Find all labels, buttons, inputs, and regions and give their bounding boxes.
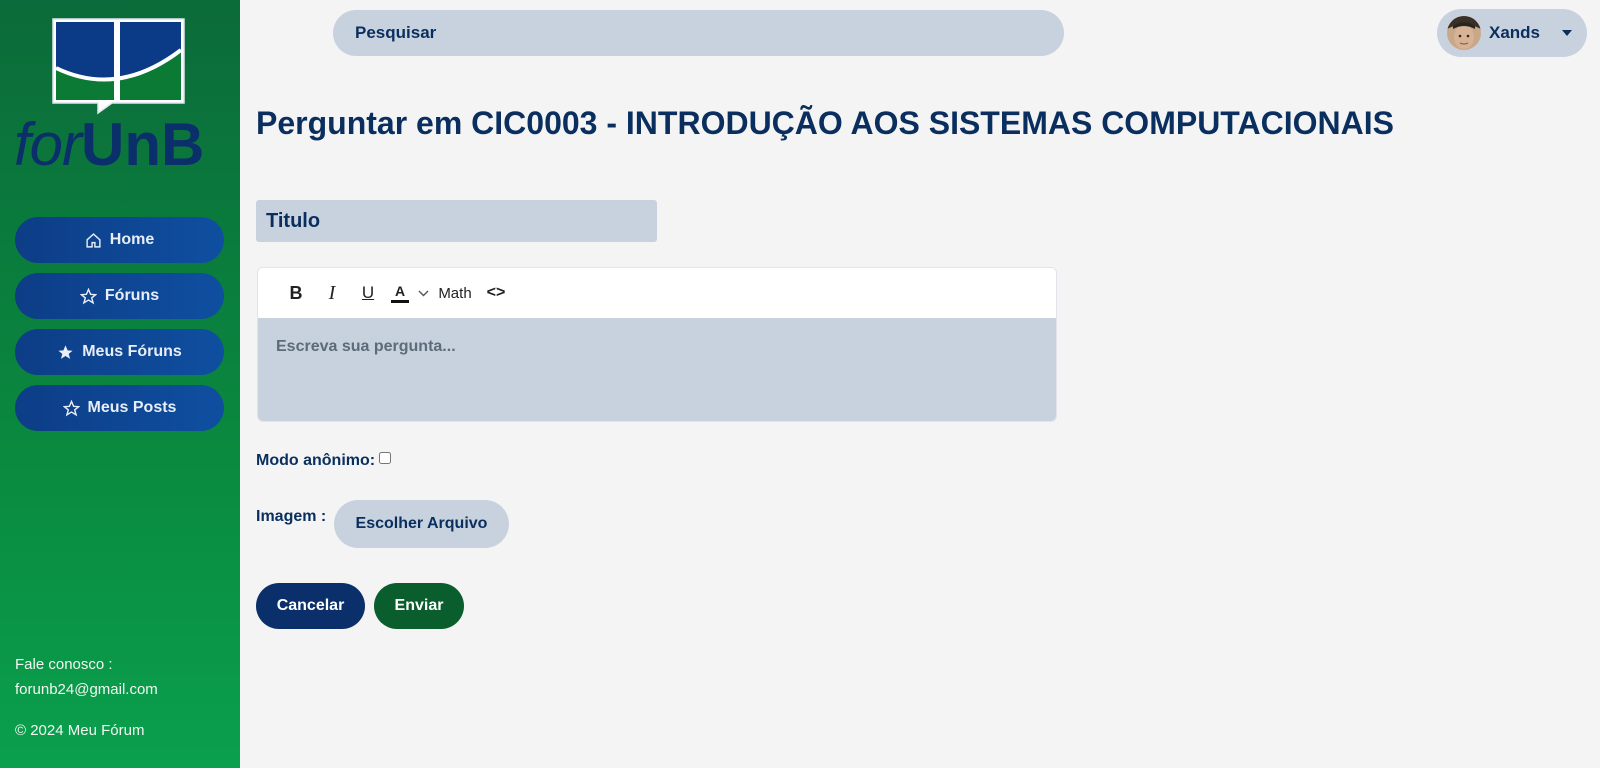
unb-speech-bubble-logo [52,18,185,115]
editor-placeholder: Escreva sua pergunta... [276,338,456,355]
sidebar-item-label: Home [109,231,155,248]
underline-button[interactable]: U [350,278,386,308]
text-color-button[interactable]: A [386,278,414,308]
sidebar-item-home[interactable]: Home [15,217,224,263]
search-bar[interactable]: Pesquisar [333,10,1064,56]
logo-for: for [14,111,82,178]
sidebar-nav: Home Fóruns Meus Fóruns Meus Posts [15,217,224,441]
forunb-logo[interactable]: forUnB [14,14,224,178]
chevron-down-icon[interactable] [414,278,432,308]
text-color-icon: A [394,283,406,299]
star-filled-icon [58,344,73,359]
sidebar-footer: Fale conosco : forunb24@gmail.com © 2024… [15,652,158,743]
sidebar-item-label: Meus Posts [87,399,177,416]
star-outline-icon [79,287,97,304]
sidebar-item-label: Meus Fóruns [82,343,182,360]
page-title: Perguntar em CIC0003 - INTRODUÇÃO AOS SI… [256,105,1394,141]
copyright: © 2024 Meu Fórum [15,722,145,739]
text-color-bar [391,300,409,303]
user-name: Xands [1489,23,1541,42]
sidebar: forUnB Home Fóruns Meus Fóruns Meus Post… [0,0,240,768]
submit-button[interactable]: Enviar [374,583,464,629]
anonymous-checkbox[interactable] [379,452,392,464]
cancel-button[interactable]: Cancelar [256,583,365,629]
anonymous-mode: Modo anônimo: [256,452,392,470]
math-button[interactable]: Math [432,278,478,308]
contact-label: Fale conosco : [15,656,113,673]
italic-button[interactable]: I [314,278,350,308]
search-label: Pesquisar [355,23,437,42]
sidebar-item-label: Fóruns [104,287,160,304]
title-input[interactable] [256,200,657,242]
chevron-down-icon [1562,30,1573,36]
anonymous-label: Modo anônimo: [256,452,376,469]
bold-button[interactable]: B [278,278,314,308]
contact-email[interactable]: forunb24@gmail.com [15,677,158,702]
choose-file-button[interactable]: Escolher Arquivo [334,500,509,548]
user-menu[interactable]: Xands [1437,9,1587,57]
star-outline-icon [62,399,80,416]
sidebar-item-my-forums[interactable]: Meus Fóruns [15,329,224,375]
logo-wordmark: forUnB [14,110,204,180]
avatar [1447,16,1481,50]
rich-text-editor: B I U A Math <> Escreva sua pergunta... [257,267,1057,422]
logo-unb: UnB [81,111,205,178]
editor-toolbar: B I U A Math <> [258,268,1056,318]
sidebar-item-my-posts[interactable]: Meus Posts [15,385,224,431]
image-label: Imagem : [256,508,327,525]
home-icon [86,232,101,248]
editor-body[interactable]: Escreva sua pergunta... [258,318,1056,421]
code-button[interactable]: <> [478,278,514,308]
sidebar-item-forums[interactable]: Fóruns [15,273,224,319]
